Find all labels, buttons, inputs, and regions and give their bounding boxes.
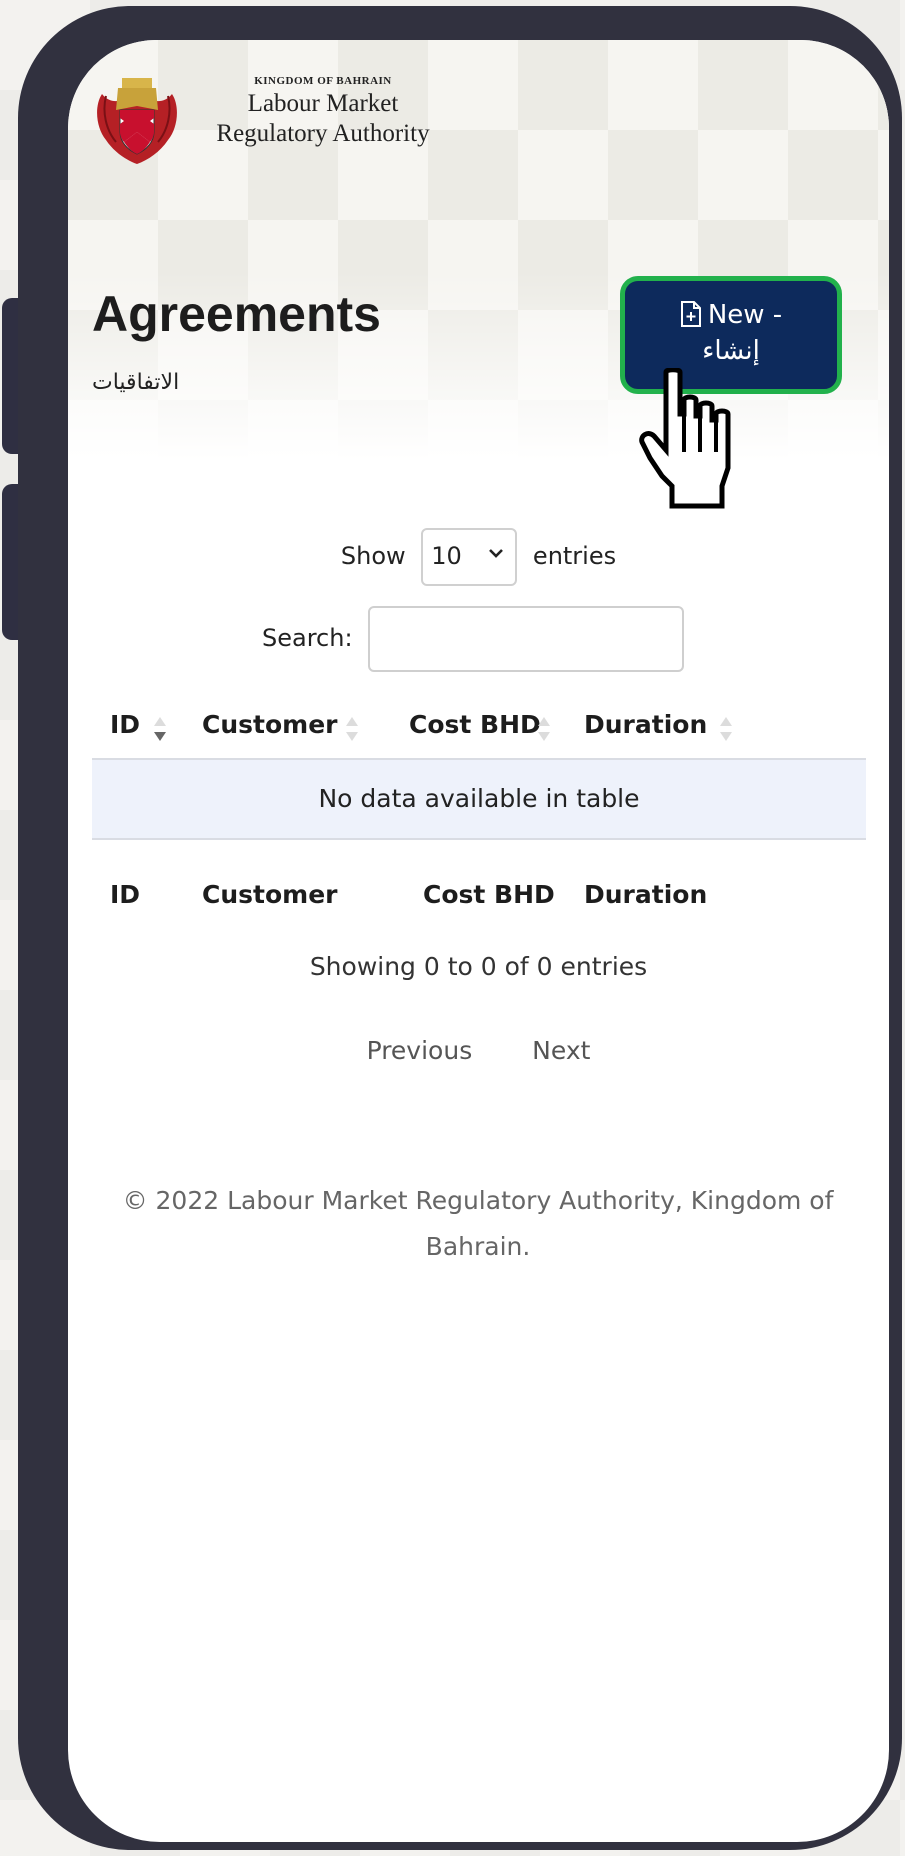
entries-length-control: Show 10 entries <box>68 528 889 586</box>
column-footer-customer: Customer <box>202 880 338 909</box>
length-prefix: Show <box>340 542 406 570</box>
column-footer-id: ID <box>110 880 141 909</box>
pagination-next[interactable]: Next <box>532 1036 590 1065</box>
brand-line-2: Regulatory Authority <box>216 120 430 147</box>
brand-kingdom: KINGDOM OF BAHRAIN <box>254 75 392 87</box>
entries-per-page-select[interactable]: 10 <box>421 528 518 586</box>
phone-frame: KINGDOM OF BAHRAIN Labour Market Regulat… <box>18 6 902 1850</box>
column-footer-cost: Cost BHD <box>423 880 555 909</box>
page-title: Agreements <box>92 286 381 342</box>
brand-title: KINGDOM OF BAHRAIN Labour Market Regulat… <box>188 75 458 149</box>
coat-of-arms-logo-icon <box>97 78 177 164</box>
table-footer-row: ID Customer Cost BHD Duration <box>92 862 866 924</box>
table-header-row: ID Customer Cost BHD Duration <box>92 692 866 760</box>
new-button-label-arabic: إنشاء <box>702 336 760 366</box>
sort-icon <box>346 717 358 741</box>
search-input[interactable] <box>368 606 684 672</box>
page-subtitle-arabic: الاتفاقيات <box>92 370 180 395</box>
pagination: Previous Next <box>68 1036 889 1065</box>
entries-per-page-value: 10 <box>431 542 462 570</box>
phone-screen: KINGDOM OF BAHRAIN Labour Market Regulat… <box>68 40 889 1842</box>
chevron-down-icon <box>489 549 504 558</box>
sort-desc-icon <box>154 717 166 741</box>
copyright-footer: © 2022 Labour Market Regulatory Authorit… <box>108 1178 848 1270</box>
search-label: Search: <box>262 624 353 652</box>
sort-icon <box>538 717 550 741</box>
column-header-duration[interactable]: Duration <box>584 710 707 739</box>
sort-icon <box>720 717 732 741</box>
length-suffix: entries <box>532 542 617 570</box>
hand-pointer-icon <box>639 368 731 509</box>
column-header-cost[interactable]: Cost BHD <box>409 710 541 739</box>
new-file-icon <box>680 301 701 327</box>
new-button-line-1: New - <box>625 297 837 333</box>
pagination-previous[interactable]: Previous <box>367 1036 473 1065</box>
new-button-label: New - <box>707 300 783 330</box>
brand-line-1: Labour Market <box>247 90 399 117</box>
column-header-id[interactable]: ID <box>110 710 140 739</box>
column-footer-duration: Duration <box>584 880 708 909</box>
copyright-line-2: Bahrain. <box>425 1232 531 1261</box>
copyright-line-1: © 2022 Labour Market Regulatory Authorit… <box>122 1186 834 1215</box>
table-info: Showing 0 to 0 of 0 entries <box>309 952 648 981</box>
table-empty-row: No data available in table <box>92 760 866 840</box>
column-header-customer[interactable]: Customer <box>202 710 338 739</box>
